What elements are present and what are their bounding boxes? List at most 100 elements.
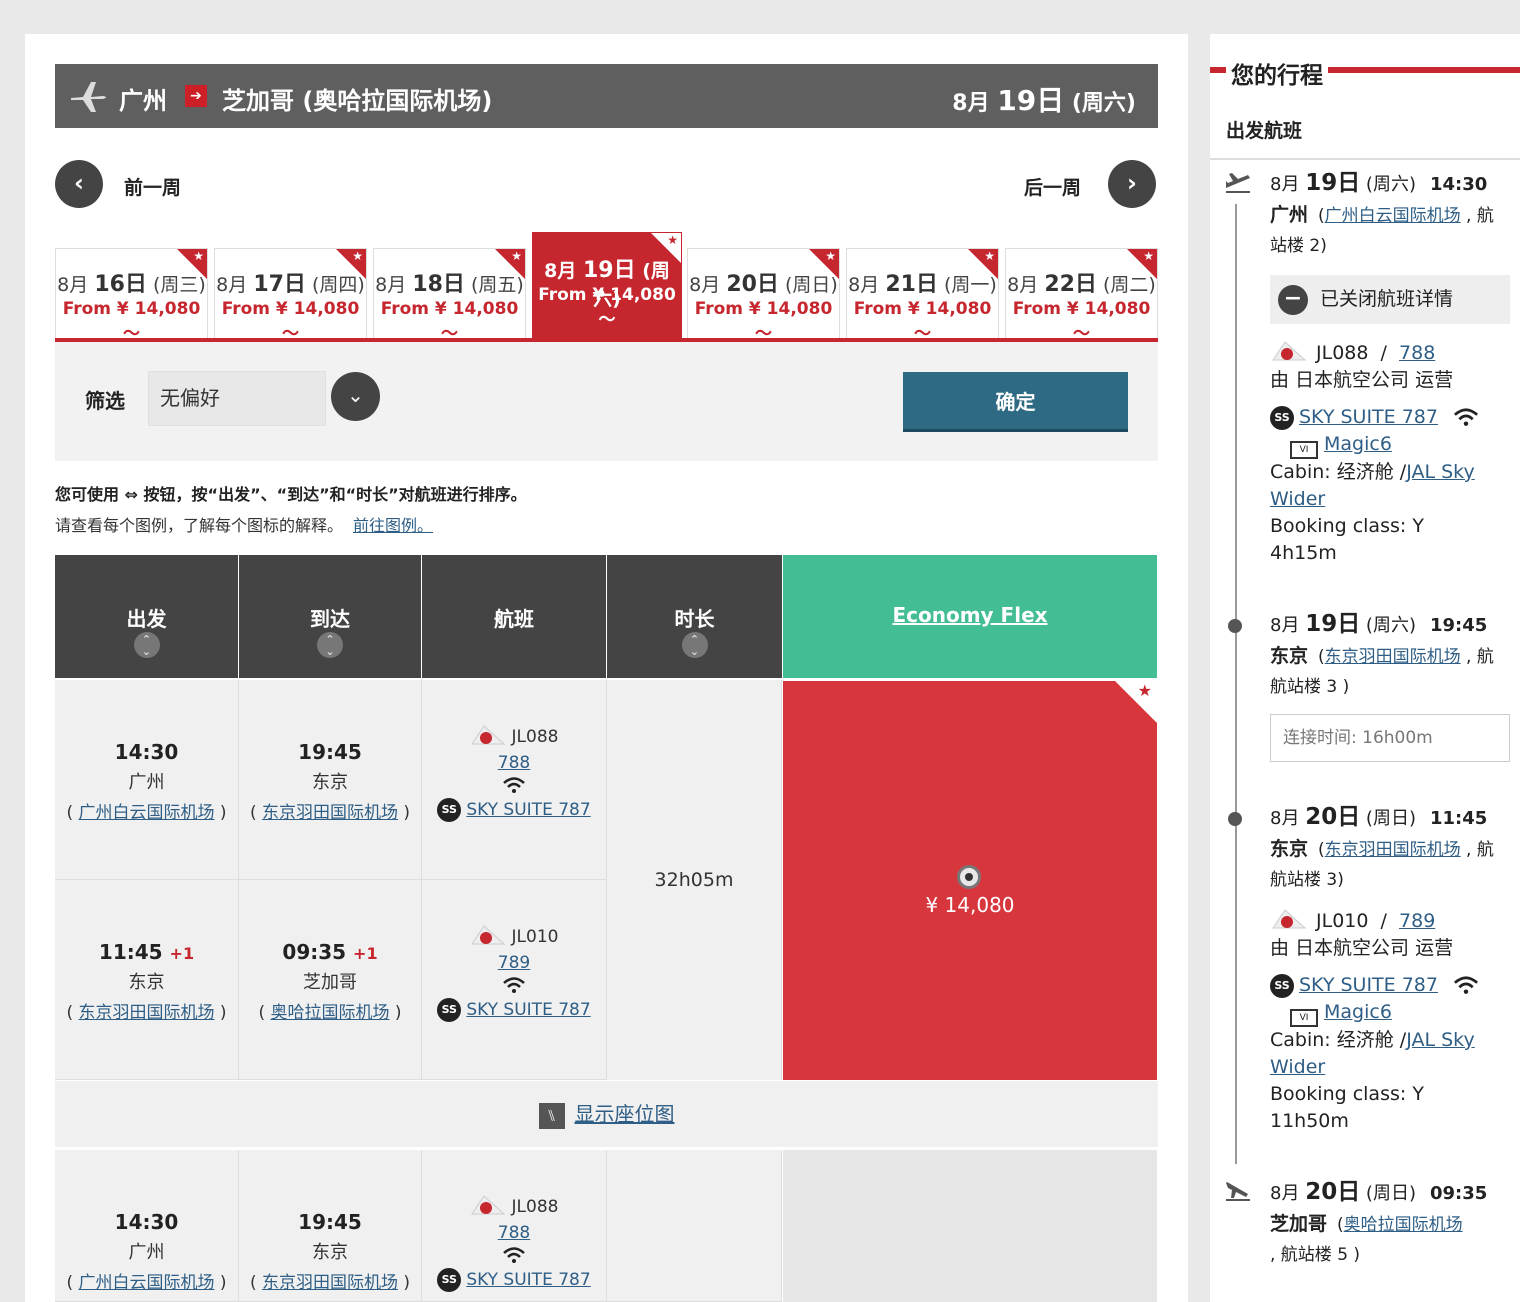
seat-map-row: ⑊ 显示座位图 — [55, 1081, 1158, 1147]
prev-week-label[interactable]: 前一周 — [124, 173, 181, 200]
aircraft-link[interactable]: 788 — [422, 1223, 606, 1243]
date-tab-price: From ¥ 14,080 ～ — [221, 299, 360, 338]
wifi-icon — [1453, 408, 1479, 426]
stop-2-tokyo: 8月 19日 (周六) 19:45 东京 (东京羽田国际机场 , 航 航站楼 3 ) — [1270, 611, 1494, 697]
airport-link[interactable]: 广州白云国际机场 — [79, 1273, 215, 1293]
show-seat-map-link[interactable]: 显示座位图 — [575, 1102, 675, 1126]
segment-1-arrival: 19:45 东京 ( 东京羽田国际机场 ) — [239, 680, 422, 880]
aircraft-link[interactable]: 788 — [1399, 342, 1435, 364]
seat-type-link[interactable]: SKY SUITE 787 — [1299, 406, 1438, 428]
airport-link[interactable]: 东京羽田国际机场 — [79, 1003, 215, 1023]
sky-suite-icon: SS — [1270, 405, 1294, 430]
col-header-departure: 出发 ⌃ ⌄ — [55, 555, 238, 678]
collapse-flight-details-button[interactable]: − 已关闭航班详情 — [1270, 275, 1510, 324]
segment-3-duration — [607, 1150, 782, 1302]
divider — [1210, 158, 1520, 160]
sky-suite-icon: SS — [437, 798, 462, 822]
date-tab-22[interactable]: ★ 8月 22日 (周二) From ¥ 14,080 ～ — [1005, 248, 1158, 338]
entertainment-link[interactable]: Magic6 — [1324, 1001, 1392, 1023]
filter-bar: 筛选 无偏好 ⌄ 确定 — [55, 342, 1158, 461]
seat-type-link[interactable]: SKY SUITE 787 — [1299, 974, 1438, 996]
date-tab-16[interactable]: ★ 8月 16日 (周三) From ¥ 14,080 ～ — [55, 248, 208, 338]
airport-link[interactable]: 奥哈拉国际机场 — [1344, 1215, 1463, 1235]
seat-type-link[interactable]: SKY SUITE 787 — [466, 800, 590, 820]
segment-2-flight: JL010 789 SS SKY SUITE 787 — [422, 880, 607, 1080]
legend-link[interactable]: 前往图例。 — [353, 516, 433, 535]
landing-icon — [1226, 1182, 1250, 1201]
minus-icon: − — [1278, 285, 1308, 315]
airport-link[interactable]: 东京羽田国际机场 — [1325, 647, 1461, 667]
date-tab-price: From ¥ 14,080 ～ — [538, 285, 676, 330]
sort-icon[interactable]: ⌃ ⌄ — [317, 632, 343, 658]
seat-icon: ⑊ — [538, 1102, 565, 1129]
date-tab-19-selected[interactable]: ★ 8月 19日 (周六) From ¥ 14,080 ～ — [532, 232, 682, 338]
col-header-duration: 时长 ⌃ ⌄ — [607, 555, 782, 678]
airport-link[interactable]: 东京羽田国际机场 — [1325, 840, 1461, 860]
date-tab-17[interactable]: ★ 8月 17日 (周四) From ¥ 14,080 ～ — [214, 248, 367, 338]
fare-type-link[interactable]: Economy Flex — [892, 603, 1047, 627]
stop-4-chicago: 8月 20日 (周日) 09:35 芝加哥 (奥哈拉国际机场 , 航站楼 5 ) — [1270, 1179, 1488, 1265]
route-date: 8月 19日 (周六) — [952, 84, 1136, 117]
date-tab-20[interactable]: ★ 8月 20日 (周日) From ¥ 14,080 ～ — [687, 248, 840, 338]
confirm-button[interactable]: 确定 — [903, 372, 1128, 432]
destination-city: 芝加哥 (奥哈拉国际机场) — [222, 87, 493, 115]
segment-1-flight: JL088 788 SS SKY SUITE 787 — [422, 680, 607, 880]
date-tab-price: From ¥ 14,080 ～ — [694, 299, 833, 338]
segment-2-departure: 11:45 +1 东京 ( 东京羽田国际机场 ) — [55, 880, 239, 1080]
chevron-down-icon[interactable]: ⌄ — [331, 372, 380, 421]
date-tab-price: From ¥ 14,080 ～ — [853, 299, 992, 338]
timeline-line — [1235, 204, 1237, 1164]
route-arrow-icon: ➔ — [185, 85, 207, 107]
itinerary-title: 您的行程 — [1226, 56, 1328, 90]
outbound-label: 出发航班 — [1226, 120, 1303, 142]
segment-1-departure: 14:30 广州 ( 广州白云国际机场 ) — [55, 680, 239, 880]
sky-suite-icon: SS — [437, 1268, 462, 1292]
total-duration: 32h05m — [607, 680, 782, 1080]
sort-icon[interactable]: ⌃ ⌄ — [133, 632, 160, 658]
date-tab-21[interactable]: ★ 8月 21日 (周一) From ¥ 14,080 ～ — [846, 248, 999, 338]
airport-link[interactable]: 东京羽田国际机场 — [262, 803, 398, 823]
seat-type-link[interactable]: SKY SUITE 787 — [466, 1270, 590, 1290]
entertainment-link[interactable]: Magic6 — [1324, 433, 1392, 455]
date-tab-price: From ¥ 14,080 ～ — [1012, 299, 1151, 338]
airplane-icon — [71, 82, 106, 112]
aircraft-link[interactable]: 789 — [1399, 910, 1435, 932]
airport-link[interactable]: 奥哈拉国际机场 — [271, 1003, 390, 1023]
legend-hint: 请查看每个图例，了解每个图标的解释。 前往图例。 — [55, 516, 434, 535]
sidebar-flight-2: JL010 / 789 由 日本航空公司 运营 SS SKY SUITE 787 … — [1270, 908, 1515, 1135]
connection-time: 连接时间: 16h00m — [1270, 714, 1510, 762]
itinerary-sidebar: 您的行程 出发航班 8月 19日 (周六) 14:30 广州 (广州白云国际机场 ,… — [1210, 34, 1520, 1302]
jal-logo-icon — [1272, 341, 1307, 361]
chevron-right-icon: › — [1127, 169, 1137, 197]
col-header-flight: 航班 — [422, 555, 606, 678]
chevron-left-icon: ‹ — [74, 169, 84, 197]
seat-type-link[interactable]: SKY SUITE 787 — [466, 1000, 590, 1020]
sort-icon[interactable]: ⌃ ⌄ — [681, 632, 708, 658]
wifi-icon — [503, 977, 525, 993]
sort-hint: 您可使用 ⇔ 按钮，按“出发”、“到达”和“时长”对航班进行排序。 — [55, 485, 527, 504]
fare-price: ¥ 14,080 — [925, 893, 1015, 917]
aircraft-link[interactable]: 789 — [422, 953, 606, 973]
jal-logo-icon — [1272, 909, 1307, 929]
airport-link[interactable]: 广州白云国际机场 — [1325, 206, 1461, 226]
airport-link[interactable]: 广州白云国际机场 — [79, 803, 215, 823]
takeoff-icon — [1226, 173, 1250, 193]
fare-option-selected[interactable]: ★ ¥ 14,080 — [783, 681, 1157, 1080]
date-tab-18[interactable]: ★ 8月 18日 (周五) From ¥ 14,080 ～ — [373, 248, 526, 338]
next-week-label[interactable]: 后一周 — [1024, 173, 1081, 200]
wifi-icon — [1453, 976, 1479, 994]
next-week-button[interactable]: › — [1108, 160, 1156, 208]
wifi-icon — [503, 777, 525, 793]
jal-logo-icon — [470, 925, 505, 945]
sky-suite-icon: SS — [1270, 973, 1294, 998]
prev-week-button[interactable]: ‹ — [55, 160, 103, 208]
fare-radio-button[interactable] — [957, 865, 981, 889]
tv-icon: VI — [1290, 441, 1318, 459]
aircraft-link[interactable]: 788 — [422, 753, 606, 773]
airport-link[interactable]: 东京羽田国际机场 — [262, 1273, 398, 1293]
filter-label: 筛选 — [85, 389, 125, 413]
date-tab-price: From ¥ 14,080 ～ — [62, 299, 201, 338]
filter-select[interactable]: 无偏好 — [148, 371, 326, 426]
segment-2-arrival: 09:35 +1 芝加哥 ( 奥哈拉国际机场 ) — [239, 880, 422, 1080]
wifi-icon — [503, 1247, 525, 1263]
